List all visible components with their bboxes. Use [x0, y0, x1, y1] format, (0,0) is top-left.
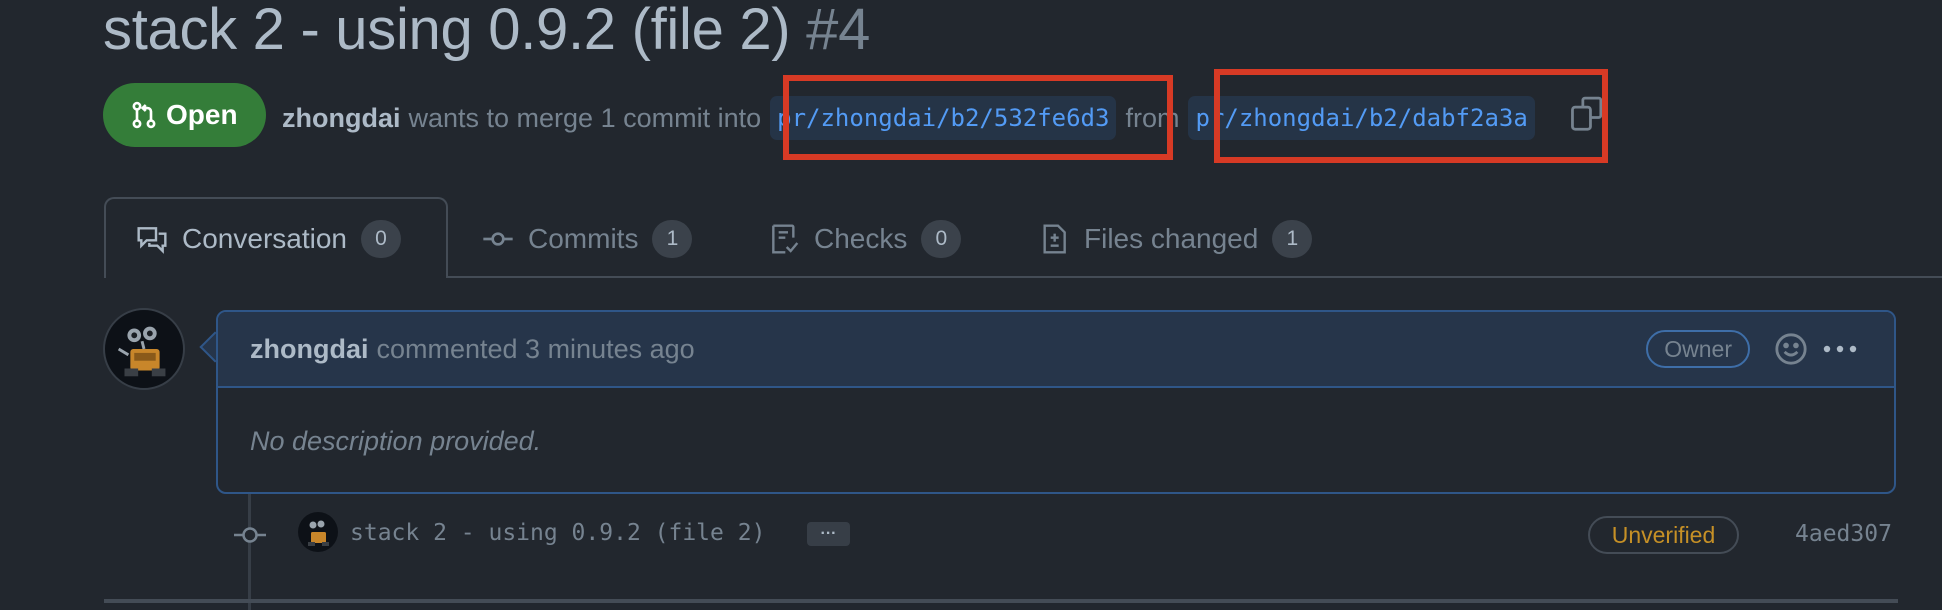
tab-files-changed[interactable]: Files changed 1: [1038, 214, 1313, 264]
tab-label: Commits: [528, 223, 639, 254]
commit-expand-button[interactable]: ···: [807, 522, 850, 546]
comment-timestamp[interactable]: commented 3 minutes ago: [376, 334, 694, 365]
tab-counter: 1: [1272, 220, 1313, 258]
pr-state-badge: Open: [103, 83, 266, 147]
kebab-horizontal-icon[interactable]: [1822, 342, 1858, 356]
robot-avatar-icon: [117, 326, 166, 377]
git-pull-request-icon: [132, 101, 156, 129]
checklist-icon: [772, 224, 799, 254]
owner-badge: Owner: [1646, 330, 1750, 368]
commit-sha-link[interactable]: 4aed307: [1795, 516, 1892, 552]
smiley-icon[interactable]: [1774, 332, 1808, 366]
tab-commits[interactable]: Commits 1: [482, 214, 693, 264]
tab-label: Conversation: [182, 223, 347, 254]
tab-counter: 0: [921, 220, 962, 258]
file-diff-icon: [1043, 224, 1066, 254]
commit-author-avatar[interactable]: [298, 512, 338, 552]
comment-box: zhongdai commented 3 minutes ago Owner N…: [216, 310, 1896, 494]
git-commit-icon: [483, 232, 513, 246]
avatar[interactable]: [103, 308, 185, 390]
commit-message-link[interactable]: stack 2 - using 0.9.2 (file 2): [350, 516, 765, 550]
git-commit-icon: [234, 527, 266, 543]
comment-body: No description provided.: [250, 425, 542, 456]
tab-label: Checks: [814, 223, 908, 254]
unverified-badge[interactable]: Unverified: [1588, 516, 1739, 554]
robot-avatar-icon: [308, 520, 329, 546]
timeline-divider: [104, 599, 1898, 603]
tab-checks[interactable]: Checks 0: [768, 214, 962, 264]
comment-author-link[interactable]: zhongdai: [250, 334, 368, 365]
tab-label: Files changed: [1084, 223, 1259, 254]
pr-state-label: Open: [166, 99, 238, 130]
merge-text: wants to merge 1 commit into: [408, 103, 762, 133]
pr-number: #4: [806, 0, 871, 62]
tab-conversation[interactable]: Conversation 0: [136, 214, 401, 264]
pr-author-link[interactable]: zhongdai: [282, 99, 400, 137]
tab-counter: 1: [652, 220, 693, 258]
pr-title: stack 2 - using 0.9.2 (file 2) #4: [103, 0, 870, 68]
pr-title-text: stack 2 - using 0.9.2 (file 2): [103, 0, 791, 62]
comment-header: zhongdai commented 3 minutes ago Owner: [218, 312, 1894, 388]
tab-counter: 0: [360, 220, 401, 258]
timeline-rail: [248, 494, 251, 610]
comment-discussion-icon: [137, 227, 167, 254]
highlight-box-base-branch: [783, 75, 1173, 160]
highlight-box-head-branch: [1214, 69, 1608, 163]
